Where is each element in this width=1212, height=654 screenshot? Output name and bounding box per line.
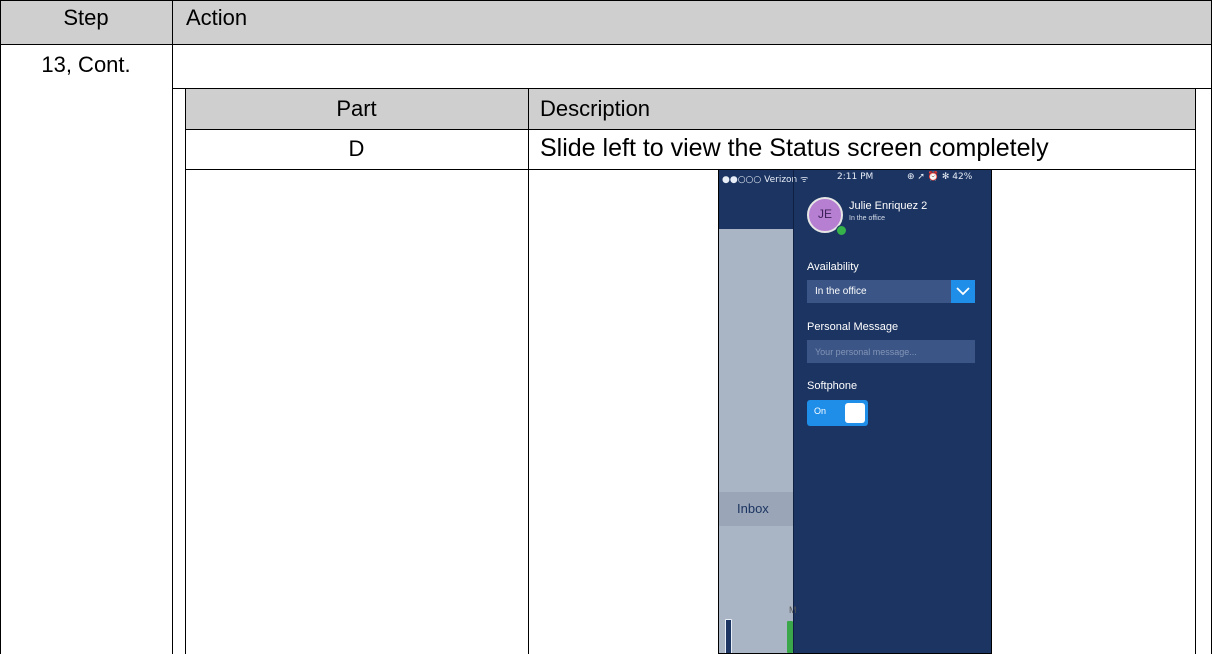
table-border — [172, 88, 1212, 89]
personal-message-input[interactable] — [807, 340, 975, 363]
table-border — [0, 0, 1, 654]
background-app-panel[interactable]: Inbox M — [719, 229, 797, 653]
softphone-label: Softphone — [807, 380, 858, 392]
clock-time: 2:11 PM — [837, 172, 874, 182]
part-column-header: Part — [336, 96, 377, 121]
availability-value: In the office — [815, 286, 867, 297]
table-border — [1195, 88, 1196, 654]
toggle-state-label: On — [814, 406, 827, 416]
table-border — [172, 0, 173, 654]
inbox-tab[interactable]: Inbox — [719, 492, 793, 526]
user-status: In the office — [849, 215, 886, 222]
user-name: Julie Enriquez 2 — [849, 200, 928, 212]
status-indicators: ⊕ ➚ ⏰ ✻ 42% — [907, 172, 973, 182]
table-border — [185, 88, 186, 654]
personal-message-label: Personal Message — [807, 321, 899, 333]
description-text: Slide left to view the Status screen com… — [540, 134, 1049, 162]
softphone-toggle[interactable]: On — [807, 400, 868, 426]
partial-button-outline — [725, 619, 732, 653]
availability-select[interactable]: In the office — [807, 280, 975, 303]
carrier-signal: ●●○○○ Verizon ᯤ — [722, 175, 809, 185]
availability-label: Availability — [807, 261, 859, 273]
table-border — [0, 0, 1212, 1]
description-column-header: Description — [540, 96, 651, 121]
presence-indicator — [836, 225, 847, 236]
step-column-header: Step — [63, 5, 109, 30]
panel-divider — [793, 170, 794, 653]
table-border — [185, 129, 1196, 130]
outer-header-row — [0, 0, 1212, 44]
chevron-down-icon[interactable] — [951, 280, 975, 303]
toggle-knob — [845, 403, 865, 423]
step-number: 13, Cont. — [41, 52, 131, 77]
table-border — [0, 44, 1212, 45]
phone-status-bar: ●●○○○ Verizon ᯤ 2:11 PM ⊕ ➚ ⏰ ✻ 42% — [719, 170, 991, 185]
table-border — [528, 88, 529, 654]
table-border — [185, 169, 1196, 170]
part-value: D — [348, 136, 365, 161]
action-column-header: Action — [186, 5, 248, 30]
phone-screenshot: ●●○○○ Verizon ᯤ 2:11 PM ⊕ ➚ ⏰ ✻ 42% Inbo… — [718, 169, 992, 654]
